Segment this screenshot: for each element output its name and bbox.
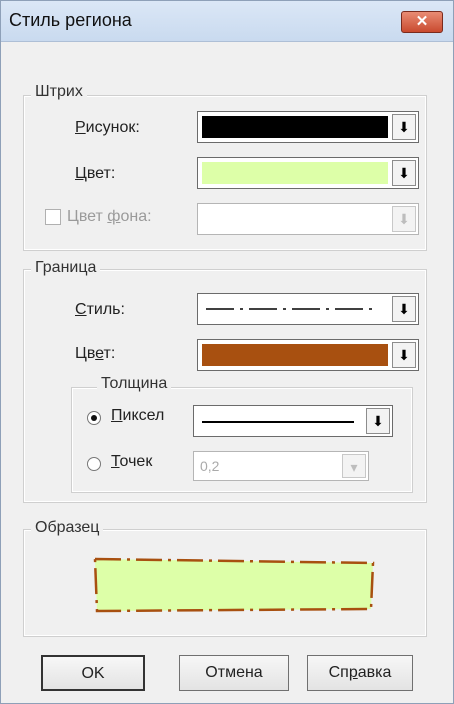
- background-color-dropdown[interactable]: ⬇: [197, 203, 419, 235]
- pixel-width-dropdown[interactable]: ⬇: [193, 405, 393, 437]
- border-color-dropdown[interactable]: ⬇: [197, 339, 419, 371]
- dropdown-arrow-icon[interactable]: ⬇: [392, 296, 416, 322]
- stroke-color-dropdown[interactable]: ⬇: [197, 157, 419, 189]
- window-title: Стиль региона: [9, 10, 132, 30]
- border-color-label: Цвет:: [75, 345, 116, 362]
- border-style-label: Стиль:: [75, 301, 125, 318]
- border-color-swatch: [202, 344, 388, 366]
- dropdown-arrow-icon[interactable]: ⬇: [392, 206, 416, 232]
- help-button[interactable]: Справка: [307, 655, 413, 691]
- cancel-label: Отмена: [205, 664, 263, 681]
- pixel-label: Пиксел: [111, 407, 165, 424]
- dialog-window: Стиль региона ✕ Штрих Рисунок: ⬇ Цвет: ⬇…: [0, 0, 454, 704]
- dropdown-arrow-icon[interactable]: ⬇: [392, 160, 416, 186]
- radio-selected-dot: [91, 415, 97, 421]
- pattern-dropdown[interactable]: ⬇: [197, 111, 419, 143]
- dropdown-arrow-icon[interactable]: ⬇: [392, 342, 416, 368]
- stroke-color-swatch: [202, 162, 388, 184]
- points-value: 0,2: [200, 458, 220, 474]
- solid-line-preview: [202, 421, 354, 423]
- background-color-label: Цвет фона:: [67, 208, 152, 225]
- dropdown-arrow-icon[interactable]: ⬇: [392, 114, 416, 140]
- border-group-label: Граница: [31, 259, 101, 277]
- points-radio[interactable]: [87, 457, 101, 471]
- dropdown-arrow-icon[interactable]: ▾: [342, 454, 366, 478]
- ok-button[interactable]: OK: [41, 655, 145, 691]
- sample-group-label: Образец: [31, 519, 104, 537]
- pattern-label: Рисунок:: [75, 119, 140, 136]
- stroke-color-label: Цвет:: [75, 165, 116, 182]
- pixel-radio[interactable]: [87, 411, 101, 425]
- pattern-swatch: [202, 116, 388, 138]
- background-color-swatch: [202, 208, 388, 230]
- close-button[interactable]: ✕: [401, 11, 443, 33]
- border-style-dropdown[interactable]: ⬇: [197, 293, 419, 325]
- dropdown-arrow-icon[interactable]: ⬇: [366, 408, 390, 434]
- points-value-dropdown[interactable]: 0,2 ▾: [193, 451, 369, 481]
- background-color-checkbox[interactable]: [45, 209, 61, 225]
- thickness-group-label: Толщина: [97, 375, 172, 393]
- stroke-group-label: Штрих: [31, 83, 87, 101]
- title-bar[interactable]: Стиль региона ✕: [1, 1, 453, 42]
- cancel-button[interactable]: Отмена: [179, 655, 289, 691]
- points-label: Точек: [111, 453, 153, 470]
- sample-preview: [93, 557, 375, 613]
- dash-dot-line-preview: [206, 308, 378, 310]
- close-icon: ✕: [415, 13, 429, 30]
